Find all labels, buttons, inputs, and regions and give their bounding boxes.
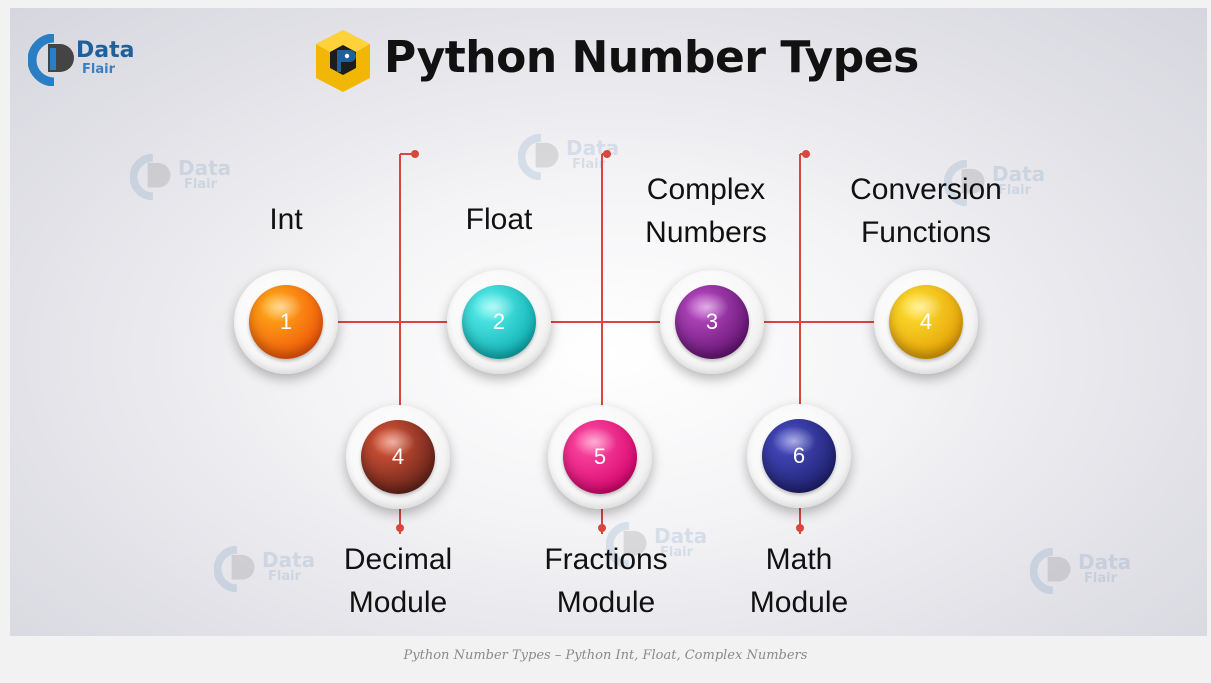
node-complex-numbers: 3 — [660, 270, 764, 374]
node-number: 4 — [391, 444, 405, 469]
node-conversion-functions: 4 — [874, 270, 978, 374]
label-int: Int — [269, 203, 303, 236]
ball-fractions-module: 5 — [563, 420, 637, 494]
connector-dot-top-3 — [802, 150, 810, 158]
label-fractions-module: Fractions Module — [544, 543, 668, 619]
ball-decimal-module: 4 — [361, 420, 435, 494]
infographic-frame: Data Flair Data Flair Data Flair Data Flair… — [10, 8, 1207, 636]
connector-dot-top-2 — [603, 150, 611, 158]
label-float: Float — [465, 203, 533, 236]
label-complex-numbers: Complex Numbers — [645, 173, 767, 249]
connector-dot-top-1 — [411, 150, 419, 158]
connector-dot-bottom-2 — [598, 524, 606, 532]
ball-float: 2 — [462, 285, 536, 359]
label-math-module: Math Module — [749, 543, 849, 619]
ball-math-module: 6 — [762, 419, 836, 493]
connector-dot-bottom-3 — [796, 524, 804, 532]
ball-complex-numbers: 3 — [675, 285, 749, 359]
node-int: 1 — [234, 270, 338, 374]
ball-conversion-functions: 4 — [889, 285, 963, 359]
label-decimal-module: Decimal Module — [343, 543, 453, 619]
ball-int: 1 — [249, 285, 323, 359]
node-fractions-module: 5 — [548, 405, 652, 509]
node-float: 2 — [447, 270, 551, 374]
node-math-module: 6 — [747, 404, 851, 508]
label-conversion-functions: Conversion Functions — [850, 173, 1002, 249]
node-number: 4 — [919, 309, 933, 334]
node-number: 1 — [279, 309, 293, 334]
node-decimal-module: 4 — [346, 405, 450, 509]
node-number: 6 — [792, 443, 806, 468]
figure-caption: Python Number Types – Python Int, Float,… — [403, 648, 808, 663]
node-number: 2 — [492, 309, 506, 334]
connector-dot-bottom-1 — [396, 524, 404, 532]
node-number: 3 — [705, 309, 719, 334]
node-number: 5 — [593, 444, 607, 469]
